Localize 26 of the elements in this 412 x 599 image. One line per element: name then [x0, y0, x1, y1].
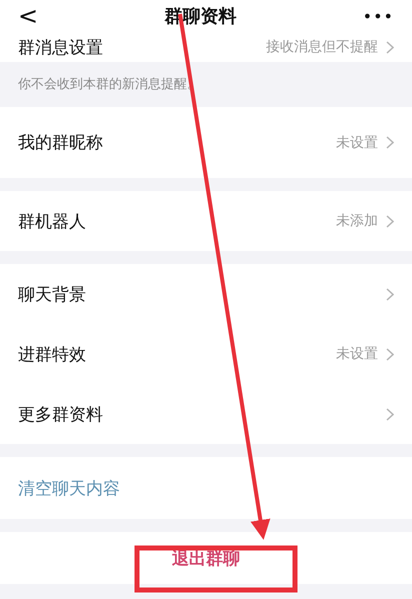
row-value: 未设置 — [336, 345, 378, 363]
settings-row[interactable]: 聊天背景 — [0, 264, 412, 324]
settings-row[interactable]: 更多群资料 — [0, 384, 412, 444]
row-label: 进群特效 — [18, 344, 86, 366]
row-label: 群消息设置 — [18, 36, 103, 58]
more-button[interactable]: ••• — [362, 6, 394, 26]
chevron-icon — [386, 288, 394, 300]
clear-chat-link[interactable]: 清空聊天内容 — [18, 476, 120, 500]
settings-row[interactable]: 我的群昵称 未设置 — [0, 107, 412, 178]
back-button[interactable]: < — [18, 4, 38, 28]
chevron-icon — [386, 408, 394, 420]
row-label: 更多群资料 — [18, 404, 103, 426]
chevron-icon — [386, 348, 394, 360]
row-label: 我的群昵称 — [18, 132, 103, 154]
settings-row[interactable]: 进群特效 未设置 — [0, 324, 412, 384]
chevron-icon — [386, 214, 394, 228]
settings-row[interactable]: 群机器人 未添加 — [0, 191, 412, 251]
chevron-icon — [386, 40, 394, 54]
chevron-icon — [386, 136, 394, 149]
row-value: 未添加 — [336, 212, 378, 230]
exit-group-button[interactable]: 退出群聊 — [172, 546, 240, 570]
row-label: 聊天背景 — [18, 284, 86, 306]
row-value: 接收消息但不提醒 — [266, 38, 378, 56]
row-value: 未设置 — [336, 134, 378, 152]
settings-row[interactable]: 群消息设置 接收消息但不提醒 — [0, 32, 412, 62]
row-label: 群机器人 — [18, 210, 86, 232]
